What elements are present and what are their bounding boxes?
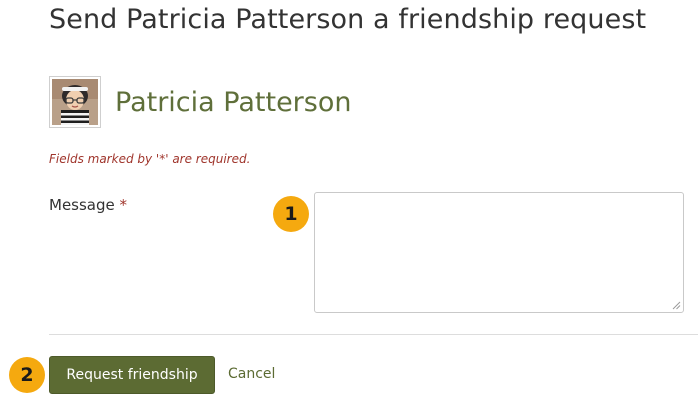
request-friendship-button[interactable]: Request friendship bbox=[49, 356, 215, 394]
form-divider bbox=[49, 334, 698, 335]
message-label: Message * bbox=[49, 196, 127, 214]
message-textarea[interactable] bbox=[314, 192, 684, 313]
profile-name[interactable]: Patricia Patterson bbox=[115, 87, 351, 118]
required-fields-note: Fields marked by '*' are required. bbox=[49, 152, 251, 166]
resize-grip-icon[interactable] bbox=[671, 300, 681, 310]
callout-badge-1: 1 bbox=[273, 196, 309, 232]
callout-badge-2: 2 bbox=[9, 357, 45, 393]
cancel-link[interactable]: Cancel bbox=[228, 366, 275, 382]
profile-summary: Patricia Patterson bbox=[49, 75, 351, 129]
required-marker: * bbox=[119, 196, 128, 214]
page-title: Send Patricia Patterson a friendship req… bbox=[49, 4, 647, 35]
message-label-text: Message bbox=[49, 196, 115, 214]
user-avatar-icon bbox=[49, 76, 101, 128]
friendship-request-page: Send Patricia Patterson a friendship req… bbox=[0, 0, 698, 402]
